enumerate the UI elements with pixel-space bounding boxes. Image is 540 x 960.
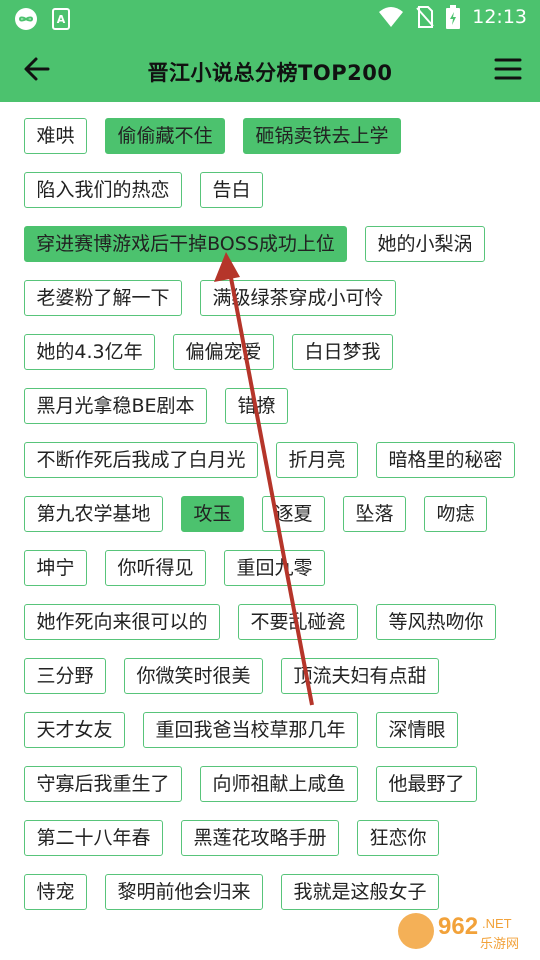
tag-item[interactable]: 恃宠 — [24, 874, 87, 910]
tag-item[interactable]: 三分野 — [24, 658, 106, 694]
watermark-suffix: .NET — [482, 916, 512, 931]
tag-item[interactable]: 满级绿茶穿成小可怜 — [200, 280, 396, 316]
tag-item[interactable]: 狂恋你 — [357, 820, 439, 856]
tag-item[interactable]: 第九农学基地 — [24, 496, 163, 532]
tag-item[interactable]: 暗格里的秘密 — [376, 442, 515, 478]
tag-item[interactable]: 白日梦我 — [292, 334, 393, 370]
watermark-brand: 962 — [438, 913, 478, 940]
tag-item[interactable]: 天才女友 — [24, 712, 125, 748]
tag-item[interactable]: 砸锅卖铁去上学 — [243, 118, 401, 154]
tag-item[interactable]: 向师祖献上咸鱼 — [200, 766, 358, 802]
watermark-logo: 962 .NET 乐游网 — [398, 913, 519, 952]
tag-item[interactable]: 陷入我们的热恋 — [24, 172, 182, 208]
tag-item[interactable]: 重回九零 — [224, 550, 325, 586]
tag-list: 难哄 偷偷藏不住 砸锅卖铁去上学陷入我们的热恋 告白穿进赛博游戏后干掉BOSS成功上位… — [0, 102, 540, 960]
tag-item[interactable]: 我就是这般女子 — [281, 874, 439, 910]
app-a-icon: A — [52, 8, 70, 30]
page-title: 晋江小说总分榜TOP200 — [147, 61, 393, 85]
tag-item[interactable]: 重回我爸当校草那几年 — [143, 712, 358, 748]
tag-item[interactable]: 她的4.3亿年 — [24, 334, 155, 370]
battery-icon — [446, 5, 461, 29]
status-time: 12:13 — [472, 6, 527, 28]
tag-item[interactable]: 他最野了 — [376, 766, 477, 802]
tag-item[interactable]: 守寡后我重生了 — [24, 766, 182, 802]
tag-item[interactable]: 等风热吻你 — [376, 604, 496, 640]
tag-item[interactable]: 你微笑时很美 — [124, 658, 263, 694]
no-sim-icon — [416, 6, 434, 28]
tag-item[interactable]: 偏偏宠爱 — [173, 334, 274, 370]
svg-text:A: A — [57, 13, 66, 26]
tag-item[interactable]: 第二十八年春 — [24, 820, 163, 856]
tag-item[interactable]: 坠落 — [343, 496, 406, 532]
tag-item[interactable]: 难哄 — [24, 118, 87, 154]
tag-item[interactable]: 老婆粉了解一下 — [24, 280, 182, 316]
tag-item[interactable]: 偷偷藏不住 — [105, 118, 225, 154]
tag-item[interactable]: 坤宁 — [24, 550, 87, 586]
tag-item[interactable]: 顶流夫妇有点甜 — [281, 658, 439, 694]
tag-item[interactable]: 吻痣 — [424, 496, 487, 532]
tag-item[interactable]: 深情眼 — [376, 712, 458, 748]
infinity-icon — [15, 8, 37, 30]
tag-item[interactable]: 告白 — [200, 172, 263, 208]
status-bar: A 12:13 — [0, 0, 540, 37]
menu-icon — [494, 58, 522, 80]
tag-item[interactable]: 她作死向来很可以的 — [24, 604, 220, 640]
tag-item[interactable]: 折月亮 — [276, 442, 358, 478]
tag-item[interactable]: 穿进赛博游戏后干掉BOSS成功上位 — [24, 226, 347, 262]
tag-item[interactable]: 黎明前他会归来 — [105, 874, 263, 910]
tag-item[interactable]: 攻玉 — [181, 496, 244, 532]
menu-button[interactable] — [488, 51, 528, 87]
wifi-icon — [379, 7, 404, 27]
app-bar: 晋江小说总分榜TOP200 — [0, 37, 540, 102]
tag-item[interactable]: 黑莲花攻略手册 — [181, 820, 339, 856]
tag-item[interactable]: 她的小梨涡 — [365, 226, 485, 262]
tag-item[interactable]: 逐夏 — [262, 496, 325, 532]
tag-item[interactable]: 不要乱碰瓷 — [238, 604, 358, 640]
tag-item[interactable]: 错撩 — [225, 388, 288, 424]
watermark-subtitle: 乐游网 — [480, 937, 519, 952]
tag-item[interactable]: 不断作死后我成了白月光 — [24, 442, 258, 478]
tag-item[interactable]: 你听得见 — [105, 550, 206, 586]
tag-item[interactable]: 黑月光拿稳BE剧本 — [24, 388, 207, 424]
